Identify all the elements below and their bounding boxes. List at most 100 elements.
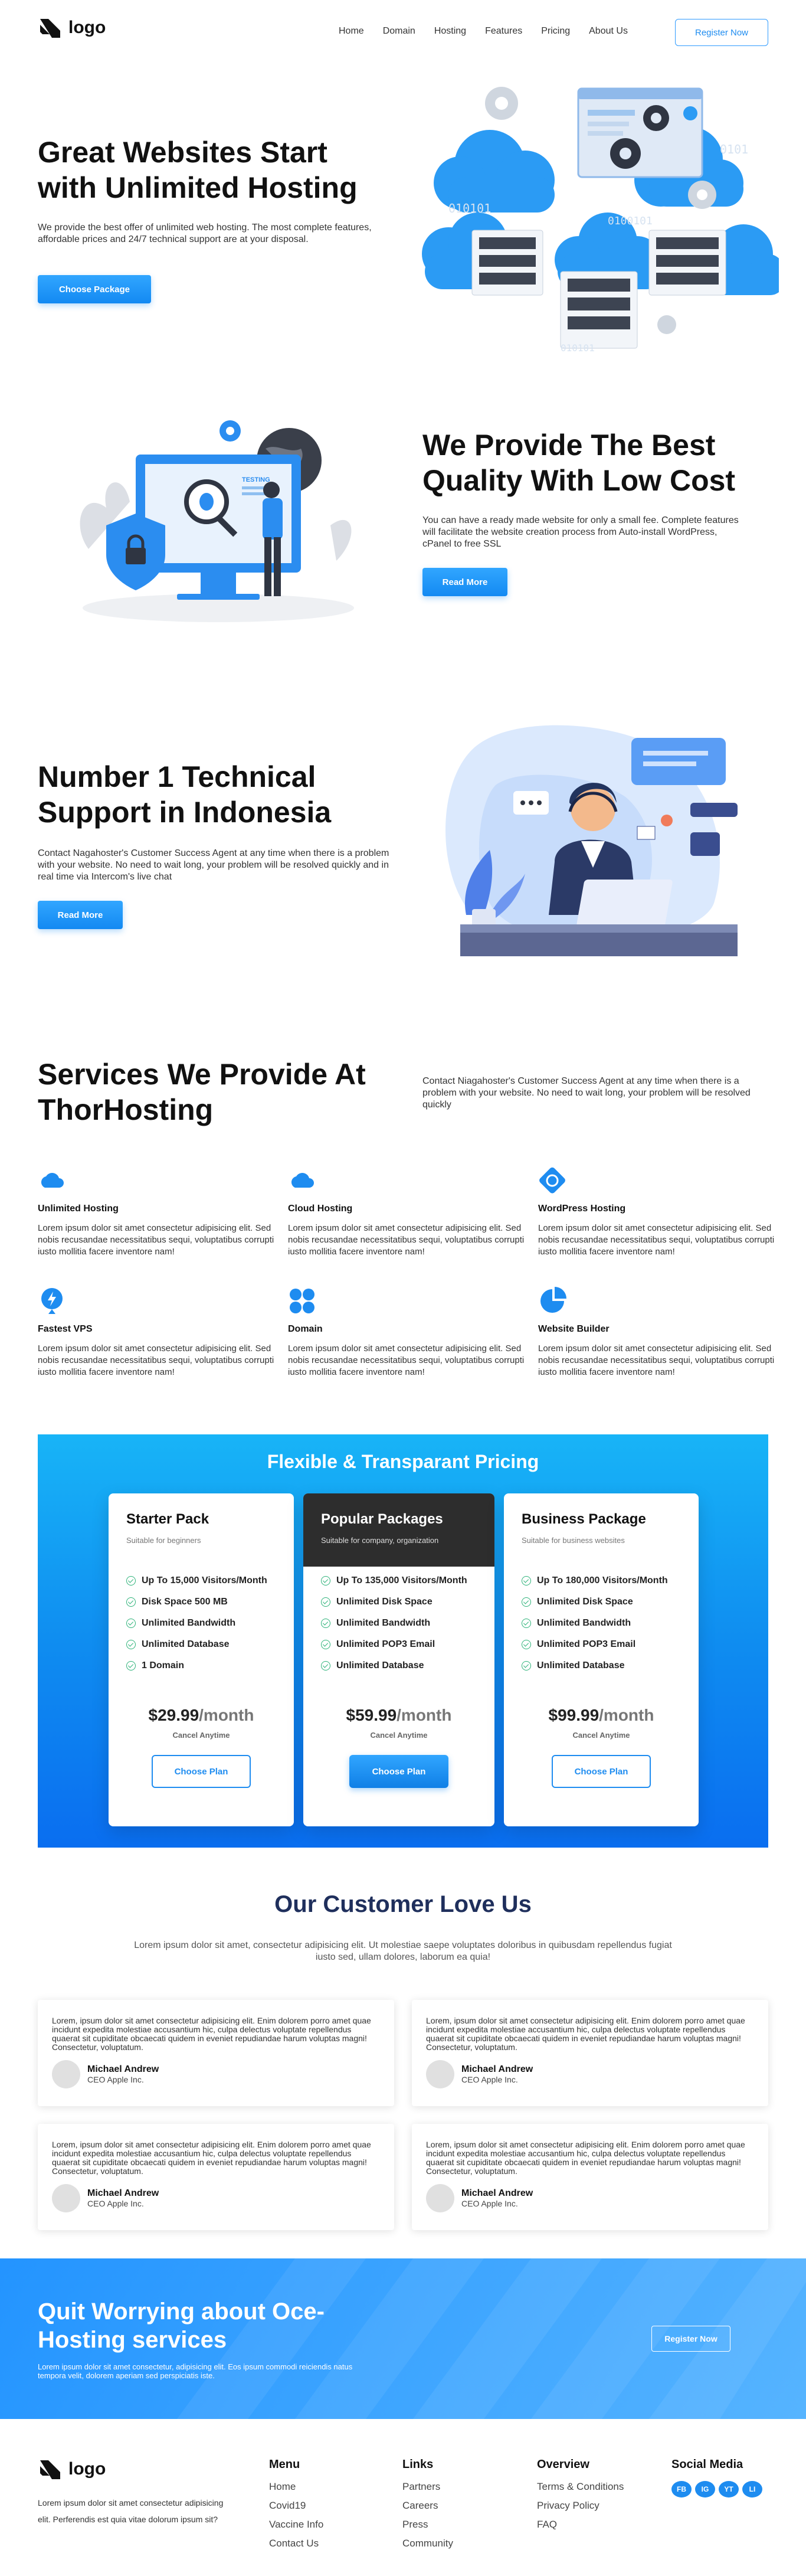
service-item: WordPress Hosting Lorem ipsum dolor sit … bbox=[538, 1166, 780, 1258]
nav-pricing[interactable]: Pricing bbox=[541, 26, 570, 37]
plan-feature: Unlimited Bandwidth bbox=[504, 1613, 699, 1634]
pricing-card-starter: Starter Pack Suitable for beginners Up T… bbox=[109, 1493, 294, 1826]
testimonials-title: Our Customer Love Us bbox=[274, 1891, 532, 1917]
logo-icon bbox=[40, 19, 60, 38]
nav-about-us[interactable]: About Us bbox=[589, 26, 628, 37]
cta-title-line2: Hosting services bbox=[38, 2327, 227, 2353]
check-icon bbox=[321, 1576, 330, 1586]
cta-register-button[interactable]: Register Now bbox=[651, 2326, 730, 2352]
plan-feature: Unlimited Bandwidth bbox=[303, 1613, 494, 1634]
grid-icon bbox=[290, 1289, 314, 1313]
footer-link-privacy[interactable]: Privacy Policy bbox=[537, 2496, 667, 2515]
quality-read-more-button[interactable]: Read More bbox=[422, 568, 507, 596]
footer-link-contact-us[interactable]: Contact Us bbox=[269, 2534, 387, 2553]
cta-title: Quit Worrying about Oce- Hosting service… bbox=[38, 2297, 451, 2354]
check-icon bbox=[522, 1576, 531, 1586]
plan-name: Business Package bbox=[522, 1511, 646, 1527]
plan-features: Up To 135,000 Visitors/Month Unlimited D… bbox=[303, 1567, 494, 1676]
header-logo[interactable]: logo bbox=[38, 15, 106, 40]
logo-text: logo bbox=[68, 2459, 106, 2479]
testimonial-name: Michael Andrew bbox=[461, 2064, 533, 2074]
footer-logo[interactable]: logo bbox=[38, 2457, 106, 2482]
service-text: Lorem ipsum dolor sit amet consectetur a… bbox=[38, 1223, 274, 1257]
binary-text-1: 0101 bbox=[720, 142, 748, 156]
plan-features: Up To 180,000 Visitors/Month Unlimited D… bbox=[504, 1567, 699, 1676]
lightning-icon bbox=[41, 1288, 63, 1314]
footer-link-covid19[interactable]: Covid19 bbox=[269, 2496, 387, 2515]
service-text: Lorem ipsum dolor sit amet consectetur a… bbox=[288, 1223, 525, 1257]
footer-link-community[interactable]: Community bbox=[402, 2534, 520, 2553]
quality-text: You can have a ready made website for on… bbox=[422, 515, 739, 549]
footer-link-terms[interactable]: Terms & Conditions bbox=[537, 2477, 667, 2496]
choose-plan-button[interactable]: Choose Plan bbox=[349, 1755, 448, 1788]
testimonial-name: Michael Andrew bbox=[87, 2188, 159, 2198]
choose-plan-button[interactable]: Choose Plan bbox=[552, 1755, 651, 1788]
check-icon bbox=[321, 1640, 330, 1649]
choose-plan-button[interactable]: Choose Plan bbox=[152, 1755, 251, 1788]
nav-features[interactable]: Features bbox=[485, 26, 522, 37]
plan-feature: Up To 135,000 Visitors/Month bbox=[303, 1570, 494, 1591]
plan-feature: Up To 15,000 Visitors/Month bbox=[109, 1570, 294, 1591]
service-text: Lorem ipsum dolor sit amet consectetur a… bbox=[538, 1223, 775, 1257]
footer-link-home[interactable]: Home bbox=[269, 2477, 387, 2496]
plan-cancel-note: Cancel Anytime bbox=[572, 1731, 630, 1740]
wordpress-icon bbox=[539, 1167, 565, 1194]
testimonial-card: Lorem, ipsum dolor sit amet consectetur … bbox=[412, 2124, 768, 2230]
testimonial-card: Lorem, ipsum dolor sit amet consectetur … bbox=[38, 2000, 394, 2106]
support-read-more-button[interactable]: Read More bbox=[38, 901, 123, 929]
service-item: Fastest VPS Lorem ipsum dolor sit amet c… bbox=[38, 1287, 280, 1378]
footer-overview: Overview Terms & Conditions Privacy Poli… bbox=[537, 2458, 667, 2534]
services-title: Services We Provide At ThorHosting bbox=[38, 1057, 404, 1127]
customer-support-illustration bbox=[445, 725, 738, 956]
cta-section: Quit Worrying about Oce- Hosting service… bbox=[0, 2258, 806, 2419]
footer-link-careers[interactable]: Careers bbox=[402, 2496, 520, 2515]
testimonial-text: Lorem, ipsum dolor sit amet consectetur … bbox=[52, 2016, 371, 2052]
footer-link-faq[interactable]: FAQ bbox=[537, 2515, 667, 2534]
service-title: Website Builder bbox=[538, 1324, 610, 1334]
youtube-icon[interactable]: YT bbox=[719, 2481, 739, 2497]
hero-title-line2: with Unlimited Hosting bbox=[38, 171, 358, 204]
plan-feature: Unlimited POP3 Email bbox=[303, 1634, 494, 1655]
hero-title-line1: Great Websites Start bbox=[38, 136, 327, 169]
footer-link-press[interactable]: Press bbox=[402, 2515, 520, 2534]
plan-feature: Disk Space 500 MB bbox=[109, 1591, 294, 1613]
avatar bbox=[426, 2060, 454, 2088]
nav-domain[interactable]: Domain bbox=[383, 26, 415, 37]
service-item: Cloud Hosting Lorem ipsum dolor sit amet… bbox=[288, 1166, 530, 1258]
footer-link-partners[interactable]: Partners bbox=[402, 2477, 520, 2496]
linkedin-icon[interactable]: LI bbox=[742, 2481, 762, 2497]
check-icon bbox=[126, 1576, 136, 1586]
plan-name: Popular Packages bbox=[321, 1511, 443, 1527]
security-testing-illustration: TESTING bbox=[80, 420, 354, 622]
register-now-button[interactable]: Register Now bbox=[675, 19, 768, 46]
pricing-card-business: Business Package Suitable for business w… bbox=[504, 1493, 699, 1826]
footer-social-title: Social Media bbox=[671, 2458, 743, 2471]
plan-feature: Unlimited Database bbox=[109, 1634, 294, 1655]
testimonial-name: Michael Andrew bbox=[461, 2188, 533, 2198]
support-title-line2: Support in Indonesia bbox=[38, 796, 332, 829]
plan-feature: Unlimited Database bbox=[504, 1655, 699, 1676]
cloud-icon bbox=[291, 1173, 314, 1188]
plan-subtitle: Suitable for beginners bbox=[126, 1536, 201, 1545]
footer-links-title: Links bbox=[402, 2458, 434, 2471]
service-title: Unlimited Hosting bbox=[38, 1204, 119, 1214]
facebook-icon[interactable]: FB bbox=[671, 2481, 692, 2497]
support-text: Contact Nagahoster's Customer Success Ag… bbox=[38, 848, 389, 882]
check-icon bbox=[321, 1597, 330, 1607]
plan-cancel-note: Cancel Anytime bbox=[370, 1731, 428, 1740]
pricing-title: Flexible & Transparant Pricing bbox=[267, 1451, 539, 1472]
footer-link-vaccine-info[interactable]: Vaccine Info bbox=[269, 2515, 387, 2534]
check-icon bbox=[126, 1640, 136, 1649]
logo-icon bbox=[40, 2460, 60, 2479]
nav-home[interactable]: Home bbox=[339, 26, 364, 37]
choose-package-button[interactable]: Choose Package bbox=[38, 275, 151, 303]
instagram-icon[interactable]: IG bbox=[695, 2481, 715, 2497]
check-icon bbox=[522, 1661, 531, 1671]
pricing-section: Flexible & Transparant Pricing Starter P… bbox=[38, 1434, 768, 1848]
check-icon bbox=[522, 1640, 531, 1649]
nav-hosting[interactable]: Hosting bbox=[434, 26, 466, 37]
quality-title: We Provide The Best Quality With Low Cos… bbox=[422, 427, 776, 498]
binary-text-3: 0100101 bbox=[608, 215, 653, 227]
pie-icon bbox=[540, 1287, 566, 1313]
plan-feature: 1 Domain bbox=[109, 1655, 294, 1676]
